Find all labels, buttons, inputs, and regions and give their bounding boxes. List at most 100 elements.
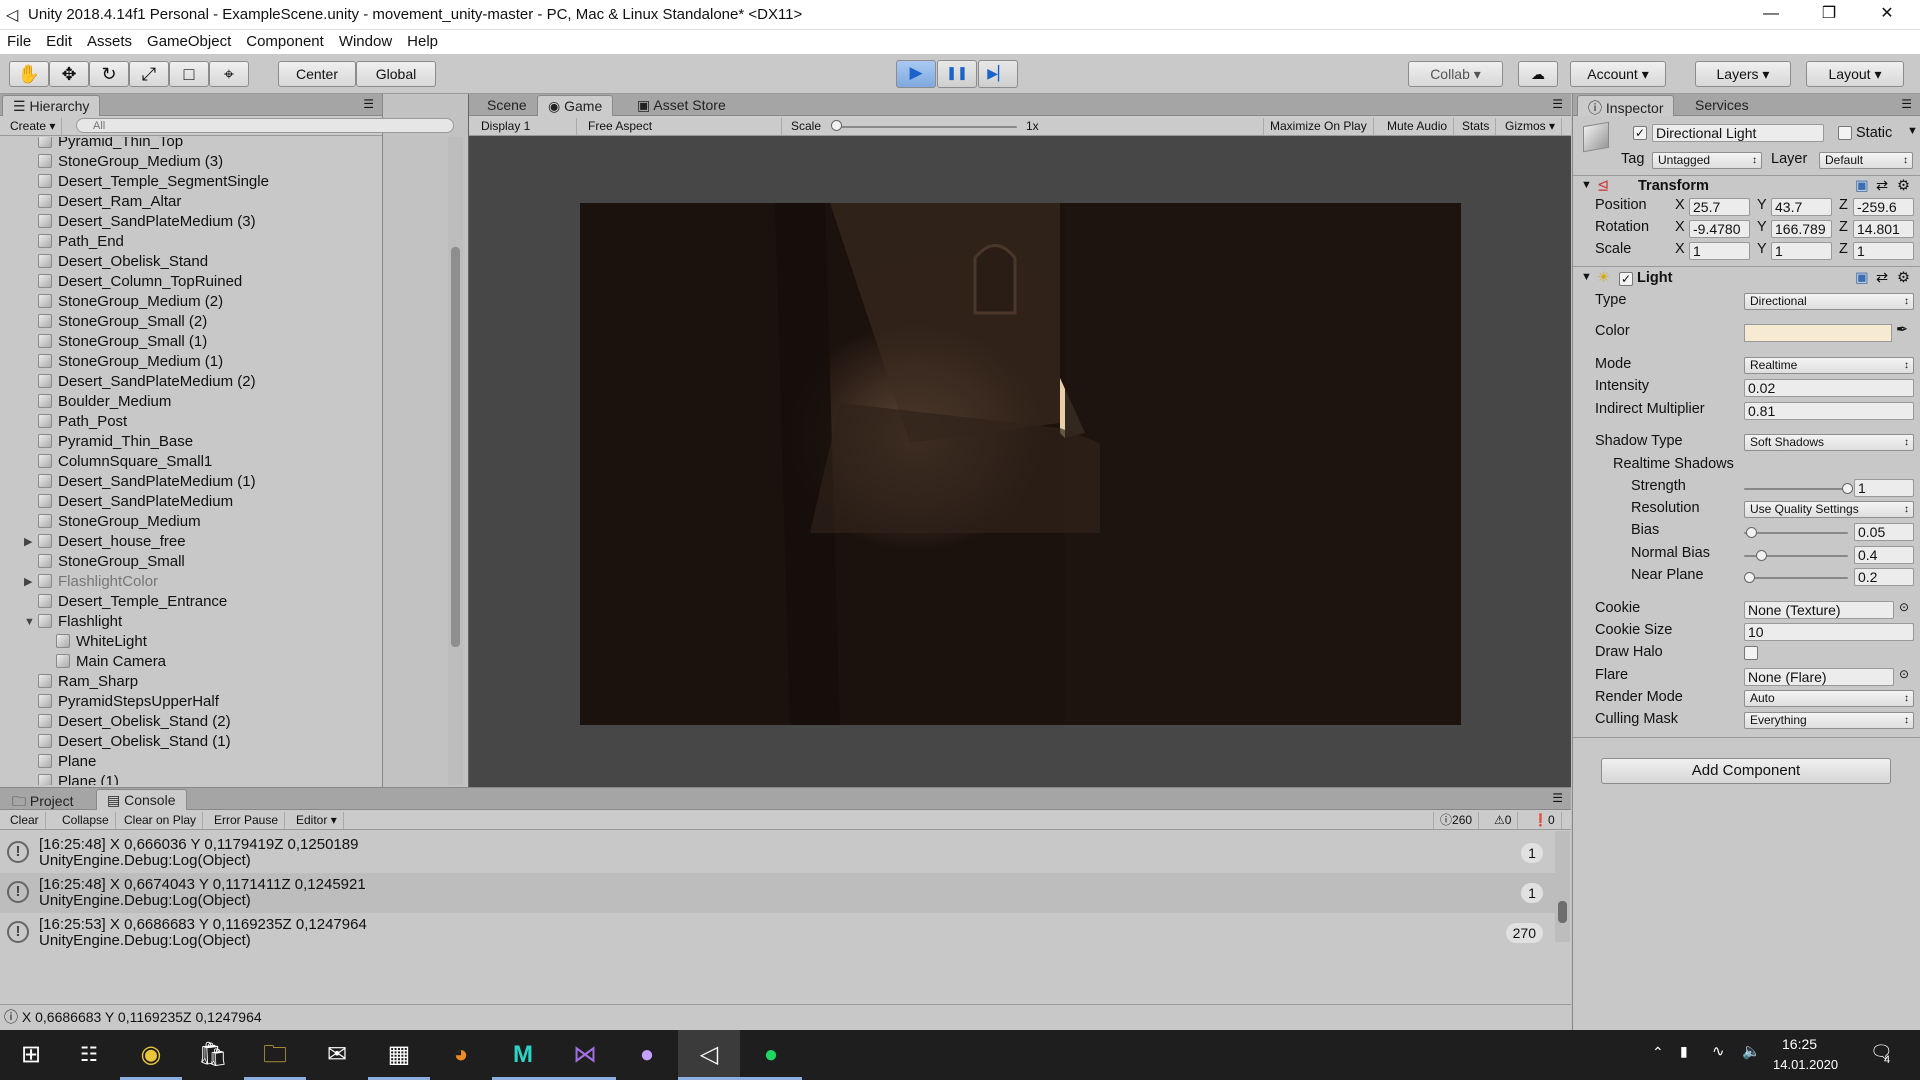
hierarchy-item[interactable]: Desert_Ram_Altar [38,192,181,212]
render-mode-dropdown[interactable]: Auto [1744,690,1914,707]
store-icon[interactable]: 🛍 [182,1030,244,1080]
hierarchy-item[interactable]: Path_Post [38,412,127,432]
indirect-multiplier-field[interactable]: 0.81 [1744,402,1914,420]
strength-field[interactable]: 1 [1854,479,1914,497]
close-button[interactable]: ✕ [1858,0,1916,30]
menu-gameobject[interactable]: GameObject [140,30,239,50]
position-x-field[interactable]: 25.7 [1689,198,1750,216]
eyedropper-icon[interactable]: ✒ [1896,322,1908,338]
play-button[interactable]: ▶ [896,60,936,88]
intensity-field[interactable]: 0.02 [1744,379,1914,397]
pivot-center-button[interactable]: Center [278,61,356,87]
console-scroll-thumb[interactable] [1558,901,1567,923]
hierarchy-item[interactable]: ColumnSquare_Small1 [38,452,212,472]
hierarchy-item[interactable]: Desert_Temple_SegmentSingle [38,172,269,192]
collapsed-arrow-icon[interactable]: ▶ [24,532,36,552]
strength-slider[interactable] [1744,488,1848,490]
warning-count-toggle[interactable]: ⚠0 [1488,812,1519,829]
draw-halo-checkbox[interactable] [1744,646,1758,660]
console-log-entry[interactable]: ! [16:25:53] X 0,6686683 Y 0,1169235Z 0,1… [0,913,1555,953]
resolution-dropdown[interactable]: Use Quality Settings [1744,501,1914,518]
static-checkbox[interactable] [1838,126,1852,140]
add-component-button[interactable]: Add Component [1601,758,1891,784]
hierarchy-item[interactable]: Desert_SandPlateMedium (2) [38,372,256,392]
hierarchy-search-input[interactable] [76,118,454,133]
create-dropdown[interactable]: Create ▾ [4,118,63,135]
rect-tool-button[interactable]: □ [169,61,209,87]
normal-bias-field[interactable]: 0.4 [1854,546,1914,564]
hierarchy-item[interactable]: ▶ FlashlightColor [24,572,158,592]
bias-field[interactable]: 0.05 [1854,523,1914,541]
aspect-dropdown[interactable]: Free Aspect [582,118,782,135]
type-dropdown[interactable]: Directional [1744,293,1914,310]
layout-dropdown[interactable]: Layout ▾ [1806,61,1904,87]
cloud-button[interactable]: ☁ [1518,61,1558,87]
transform-preset-icon[interactable]: ⇄ [1876,178,1888,194]
menu-assets[interactable]: Assets [80,30,140,50]
menu-component[interactable]: Component [239,30,332,50]
hierarchy-item[interactable]: Desert_SandPlateMedium (1) [38,472,256,492]
game-viewport[interactable] [580,203,1461,725]
panel-menu-icon[interactable]: ☰ [363,97,374,111]
maximize-on-play-toggle[interactable]: Maximize On Play [1263,118,1374,135]
hierarchy-scroll-thumb[interactable] [451,247,460,647]
hierarchy-item[interactable]: StoneGroup_Medium [38,512,201,532]
console-menu-icon[interactable]: ☰ [1552,791,1563,805]
menu-file[interactable]: File [0,30,39,50]
scale-y-field[interactable]: 1 [1771,242,1832,260]
hierarchy-item[interactable]: Pyramid_Thin_Base [38,432,193,452]
culling-mask-dropdown[interactable]: Everything [1744,712,1914,729]
inspector-menu-icon[interactable]: ☰ [1901,97,1912,111]
static-dropdown-icon[interactable]: ▼ [1907,125,1918,137]
mute-audio-toggle[interactable]: Mute Audio [1381,118,1455,135]
tab-services[interactable]: Services [1685,95,1759,116]
cookie-size-field[interactable]: 10 [1744,623,1914,641]
hierarchy-item[interactable]: Desert_Obelisk_Stand (2) [38,712,231,732]
gizmos-dropdown[interactable]: Gizmos ▾ [1499,118,1563,135]
tab-project[interactable]: 🗀 Project [2,789,83,810]
position-y-field[interactable]: 43.7 [1771,198,1832,216]
normal-bias-slider-knob[interactable] [1756,550,1767,561]
object-name-field[interactable]: Directional Light [1652,124,1824,142]
rotation-x-field[interactable]: -9.4780 [1689,220,1750,238]
hierarchy-item[interactable]: StoneGroup_Small (1) [38,332,207,352]
transform-settings-icon[interactable]: ⚙ [1897,178,1910,194]
collab-dropdown[interactable]: Collab ▾ [1408,61,1503,87]
mode-dropdown[interactable]: Realtime [1744,357,1914,374]
app-icon[interactable]: ▦ [368,1030,430,1080]
transform-fold-icon[interactable]: ▼ [1581,179,1592,191]
error-pause-toggle[interactable]: Error Pause [208,812,286,829]
hierarchy-item[interactable]: Main Camera [56,652,166,672]
flare-field[interactable]: None (Flare) [1744,668,1894,686]
chevron-up-icon[interactable]: ⌃ [1652,1044,1664,1061]
clear-on-play-toggle[interactable]: Clear on Play [118,812,204,829]
unity-icon[interactable]: ◁ [678,1030,740,1080]
game-panel-menu-icon[interactable]: ☰ [1552,97,1563,111]
scale-tool-button[interactable]: ⤢ [129,61,169,87]
layer-dropdown[interactable]: Default [1819,152,1913,169]
editor-dropdown[interactable]: Editor ▾ [290,812,344,829]
visual-studio-icon[interactable]: ⋈ [554,1030,616,1080]
windows-start-icon[interactable]: ⊞ [0,1030,62,1080]
tab-asset-store[interactable]: ▣ Asset Store [627,95,736,116]
hierarchy-item[interactable]: Ram_Sharp [38,672,138,692]
task-view-icon[interactable]: ☷ [58,1030,120,1080]
scale-x-field[interactable]: 1 [1689,242,1750,260]
shadow-type-dropdown[interactable]: Soft Shadows [1744,434,1914,451]
object-picker-icon[interactable]: ⊙ [1899,667,1909,681]
pause-button[interactable]: ❚❚ [937,60,977,88]
rotation-z-field[interactable]: 14.801 [1853,220,1914,238]
console-log-entry[interactable]: ! [16:25:48] X 0,6674043 Y 0,1171411Z 0,1… [0,873,1555,913]
minimize-button[interactable]: — [1742,0,1800,30]
near-plane-slider-knob[interactable] [1744,572,1755,583]
volume-icon[interactable]: 🔈 [1742,1042,1761,1060]
light-fold-icon[interactable]: ▼ [1581,271,1592,283]
strength-slider-knob[interactable] [1842,483,1853,494]
near-plane-slider[interactable] [1744,577,1848,579]
mail-icon[interactable]: ✉ [306,1030,368,1080]
color-swatch[interactable] [1744,324,1892,342]
rotate-tool-button[interactable]: ↻ [89,61,129,87]
tab-inspector[interactable]: ⓘ Inspector [1577,95,1675,116]
hierarchy-item[interactable]: Desert_SandPlateMedium (3) [38,212,256,232]
error-count-toggle[interactable]: ❗0 [1527,812,1562,829]
